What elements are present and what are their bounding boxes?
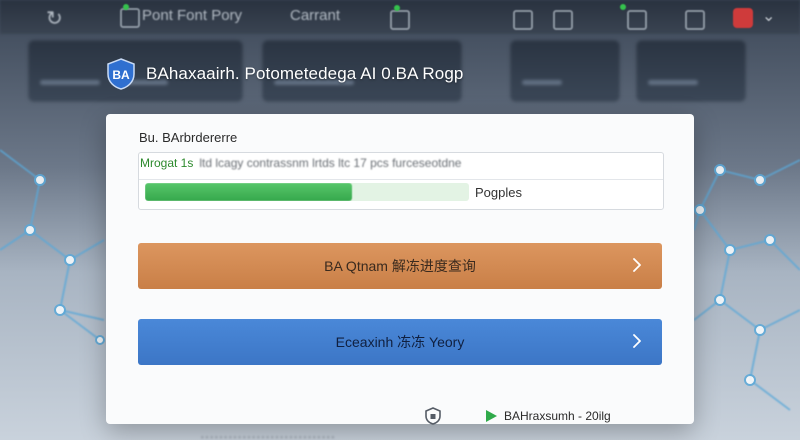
progress-bar [145,183,469,201]
background-square-icon [685,10,705,30]
shield-outline-icon [425,407,441,425]
chevron-right-icon [633,258,641,272]
divider [139,179,663,180]
background-tab-text: Carrant [290,7,341,24]
background-status-dot [123,4,129,10]
background-chevron-down-icon: ⌄ [762,8,776,25]
background-status-dot [394,5,400,11]
logo-text: BA [112,68,130,82]
background-tile [510,40,620,102]
background-status-dot [620,4,626,10]
background-alert-icon [733,8,753,28]
background-square-icon [627,10,647,30]
unfreeze-progress-query-button[interactable]: BA Qtnam 解冻进度查询 [138,243,662,289]
page-title: BAhaxaairh. Potometedega AI 0.BA Rogp [146,64,464,83]
status-line: Mrogat 1s ltd lcagy contrassnm lrtds ltc … [140,156,461,170]
button-label: BA Qtnam 解冻进度查询 [324,258,476,274]
background-refresh-icon: ↻ [46,8,63,30]
status-label: Mrogat 1s [140,156,194,170]
main-card: Bu. BArbrdererre Mrogat 1s ltd lcagy cont… [106,114,694,425]
app-header: BA BAhaxaairh. Potometedega AI 0.BA Rogp [106,58,463,90]
background-tab-text: Pont Font Pory [142,7,243,24]
background-square-icon [390,10,410,30]
status-info-box: Mrogat 1s ltd lcagy contrassnm lrtds ltc … [138,152,664,210]
shield-icon: BA [107,58,135,90]
background-tile [636,40,746,102]
freeze-query-button[interactable]: Eceaxinh 冻冻 Yeory [138,319,662,365]
status-description: ltd lcagy contrassnm lrtds ltc 17 pcs fu… [199,156,462,170]
background-square-icon [553,10,573,30]
background-square-icon [120,8,140,28]
progress-fill [145,183,353,201]
button-label: Eceaxinh 冻冻 Yeory [335,334,465,350]
chevron-right-icon [633,334,641,348]
footer-text: BAHraxsumh - 20ilg [504,409,611,423]
background-ghost-text: ····························· [200,428,336,440]
background-square-icon [513,10,533,30]
progress-label: Pogples [475,185,522,200]
card-subtitle: Bu. BArbrdererre [139,130,238,145]
play-icon [486,410,497,422]
